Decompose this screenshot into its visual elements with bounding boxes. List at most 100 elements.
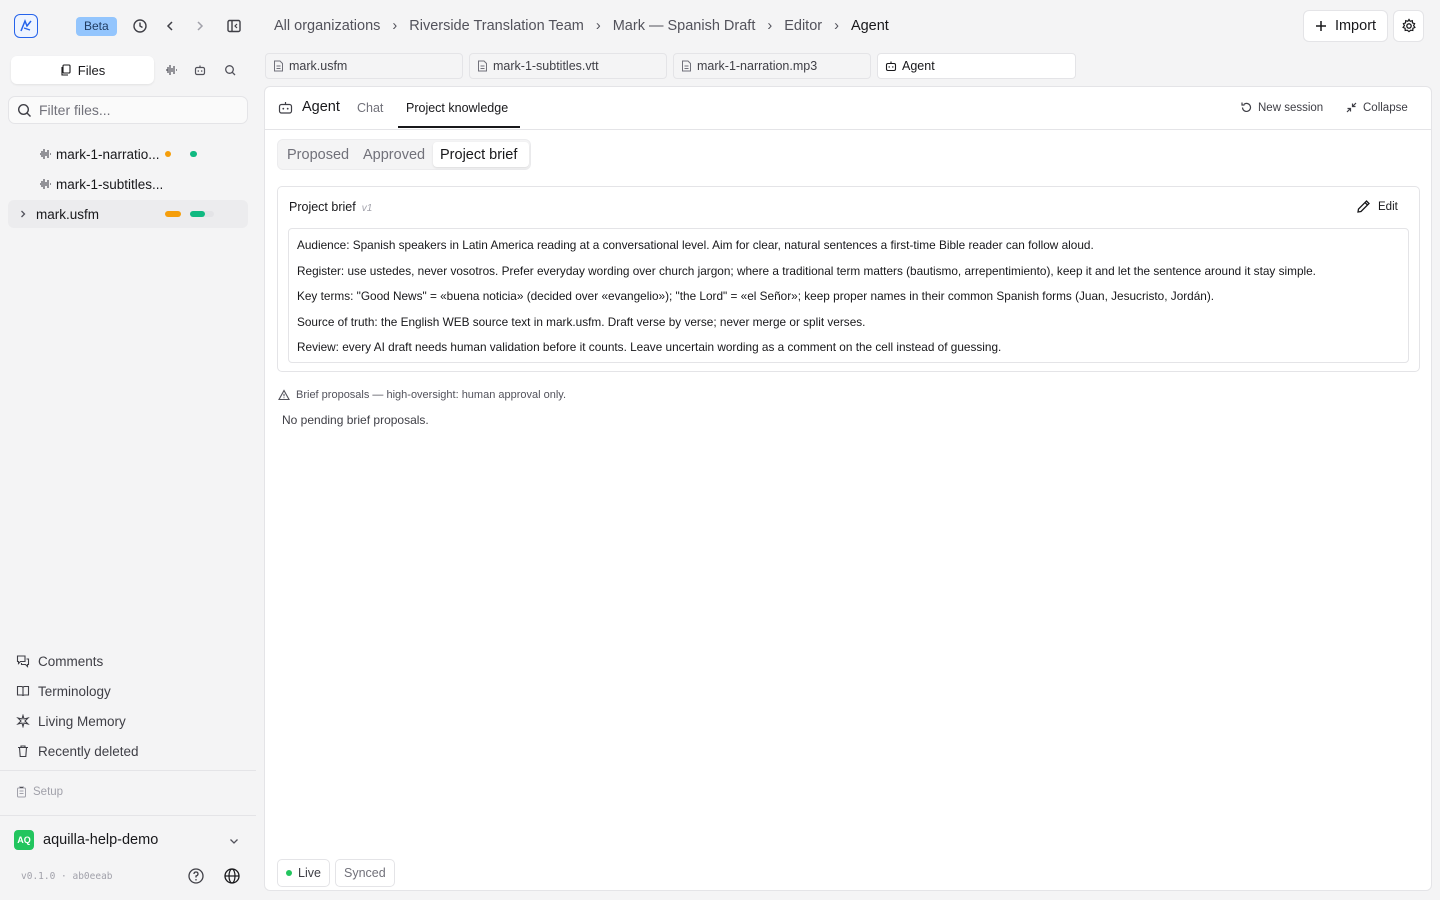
filter-files-input[interactable] (39, 102, 239, 118)
segment-proposed[interactable]: Proposed (287, 147, 349, 163)
file-name: mark-1-narratio... (56, 146, 160, 162)
pencil-icon (1357, 200, 1370, 213)
synced-status-badge: Synced (335, 859, 395, 887)
tab-chat[interactable]: Chat (357, 101, 383, 115)
globe-icon[interactable] (223, 867, 241, 885)
brief-title: Project brief v1 (289, 200, 372, 214)
org-name: aquilla-help-demo (43, 832, 159, 848)
tab-label: Agent (902, 59, 935, 73)
agent-header: Agent Chat Project knowledge New session… (265, 87, 1431, 130)
tab-narration[interactable]: mark-1-narration.mp3 (673, 53, 871, 79)
bot-icon (278, 101, 293, 114)
nav-comments[interactable]: Comments (16, 651, 103, 671)
audio-waveform-icon (40, 179, 51, 189)
breadcrumb-editor[interactable]: Editor (784, 17, 822, 35)
live-dot-icon (286, 870, 292, 876)
nav-recently-deleted[interactable]: Recently deleted (16, 741, 139, 761)
brief-line-audience: Audience: Spanish speakers in Latin Amer… (297, 238, 1094, 252)
bot-icon (885, 61, 897, 72)
warning-icon (278, 389, 290, 401)
breadcrumb-separator: › (834, 18, 839, 34)
files-icon (61, 64, 71, 76)
settings-button[interactable] (1393, 10, 1424, 42)
trash-icon (18, 745, 28, 758)
file-row-subtitles[interactable]: mark-1-subtitles... (8, 170, 248, 198)
brief-content: Audience: Spanish speakers in Latin Amer… (288, 228, 1409, 363)
audio-tab-icon[interactable] (163, 62, 179, 78)
history-icon[interactable] (130, 16, 150, 36)
empty-state-text: No pending brief proposals. (282, 413, 429, 427)
back-icon[interactable] (160, 16, 180, 36)
collapse-icon (1346, 102, 1357, 113)
breadcrumb-separator: › (392, 18, 398, 34)
app-logo-icon[interactable] (14, 14, 38, 38)
tab-files-label: Files (77, 62, 106, 78)
toggle-sidebar-icon[interactable] (224, 16, 244, 36)
search-tab-icon[interactable] (222, 62, 238, 78)
file-icon (478, 60, 487, 72)
live-status-badge: Live (277, 859, 330, 887)
comments-icon (16, 655, 30, 668)
memory-icon (16, 714, 30, 728)
sidebar-tabs: Files (11, 56, 247, 84)
agent-tab-icon[interactable] (192, 62, 208, 78)
brief-line-review: Review: every AI draft needs human valid… (297, 340, 1002, 354)
edit-label: Edit (1378, 200, 1398, 213)
nav-terminology[interactable]: Terminology (16, 681, 111, 701)
breadcrumb-all-organizations[interactable]: All organizations (274, 17, 380, 35)
status-pill-green (190, 211, 205, 217)
synced-label: Synced (344, 866, 386, 880)
brief-line-register: Register: use ustedes, never vosotros. P… (297, 263, 1316, 278)
breadcrumb-separator: › (767, 18, 773, 34)
breadcrumb-organization[interactable]: Riverside Translation Team (409, 17, 584, 35)
setup-label: Setup (33, 786, 64, 798)
agent-title: Agent (278, 99, 340, 115)
brief-proposals-warning: Brief proposals — high-oversight: human … (278, 389, 566, 401)
nav-label: Terminology (38, 683, 111, 699)
org-switcher[interactable]: AQ aquilla-help-demo (14, 830, 158, 850)
file-row-narration[interactable]: mark-1-narratio... (8, 140, 248, 168)
new-session-label: New session (1258, 101, 1324, 114)
tab-agent[interactable]: Agent (877, 53, 1076, 79)
tab-mark-usfm[interactable]: mark.usfm (265, 53, 463, 79)
breadcrumb-project[interactable]: Mark — Spanish Draft (613, 17, 756, 35)
top-bar: Beta All organizations › Riverside Trans… (0, 0, 1440, 52)
org-avatar: AQ (14, 830, 34, 850)
setup-link[interactable]: Setup (16, 786, 63, 798)
new-session-button[interactable]: New session (1240, 101, 1323, 114)
nav-label: Comments (38, 653, 104, 669)
nav-label: Living Memory (38, 713, 126, 729)
file-name: mark.usfm (36, 206, 100, 222)
collapse-label: Collapse (1363, 101, 1408, 114)
file-name: mark-1-subtitles... (56, 176, 164, 192)
tab-subtitles[interactable]: mark-1-subtitles.vtt (469, 53, 667, 79)
file-icon (682, 60, 691, 72)
tab-label: mark-1-subtitles.vtt (493, 59, 599, 73)
gear-icon (1401, 18, 1416, 33)
edit-brief-button[interactable]: Edit (1356, 199, 1398, 214)
help-icon[interactable] (187, 867, 205, 885)
nav-label: Recently deleted (38, 743, 139, 759)
nav-living-memory[interactable]: Living Memory (16, 711, 126, 731)
filter-files-field[interactable] (8, 96, 248, 124)
brief-version: v1 (361, 203, 373, 214)
status-pill-track (165, 181, 185, 187)
status-pill-orange (165, 211, 181, 217)
file-row-usfm[interactable]: mark.usfm (8, 200, 248, 228)
refresh-icon (1241, 102, 1252, 112)
tab-files[interactable]: Files (11, 56, 154, 84)
collapse-button[interactable]: Collapse (1345, 101, 1408, 114)
tab-project-knowledge[interactable]: Project knowledge (406, 101, 508, 115)
chevron-down-icon[interactable] (228, 835, 240, 847)
breadcrumb-current: Agent (850, 18, 889, 34)
import-button[interactable]: Import (1303, 10, 1388, 42)
forward-icon[interactable] (190, 16, 210, 36)
segment-approved[interactable]: Approved (363, 147, 425, 163)
chevron-right-icon (21, 210, 26, 218)
knowledge-segmented-control: Proposed Approved Project brief (277, 139, 531, 170)
beta-badge: Beta (76, 17, 117, 36)
segment-project-brief[interactable]: Project brief (440, 147, 517, 163)
live-label: Live (298, 866, 321, 880)
sidebar-divider (0, 770, 256, 771)
breadcrumb-separator: › (595, 18, 601, 34)
